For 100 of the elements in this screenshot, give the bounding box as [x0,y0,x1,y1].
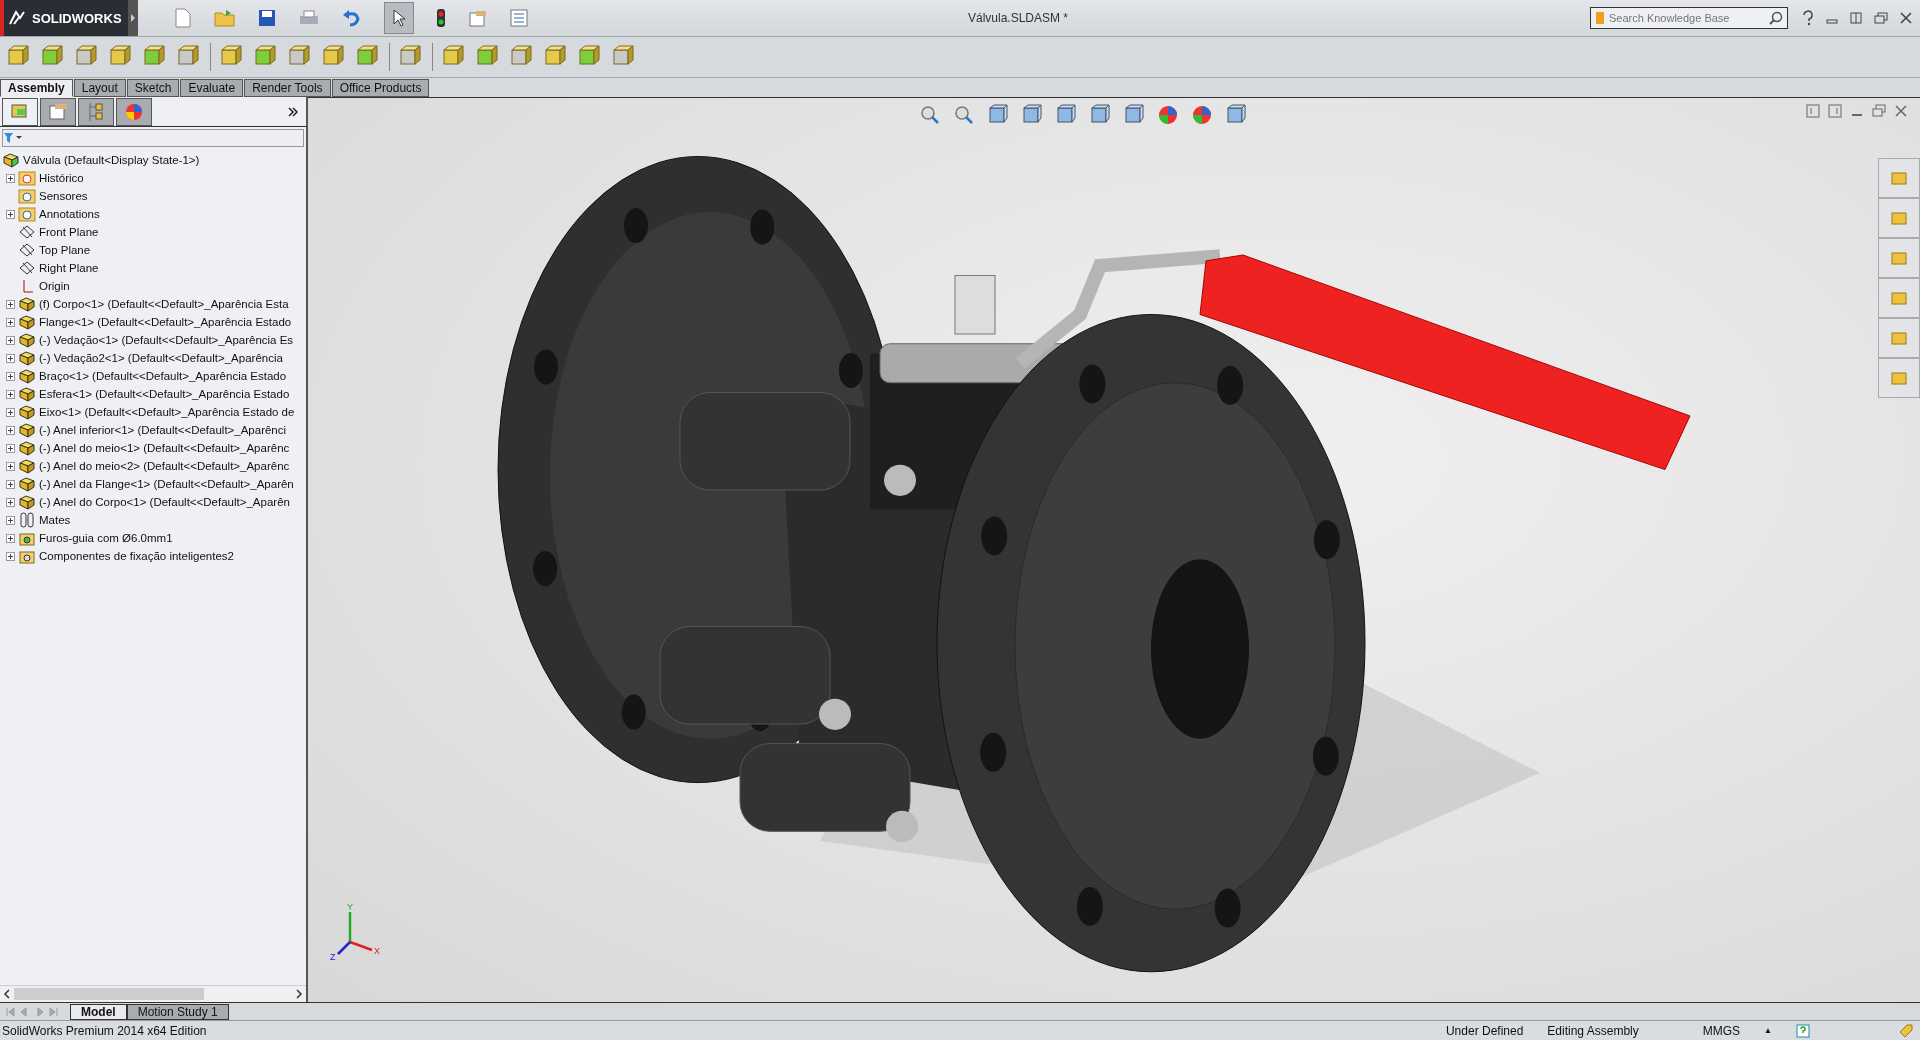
expand-toggle-icon[interactable] [6,353,15,363]
filter-field[interactable] [2,129,304,147]
expand-toggle-icon[interactable] [6,479,15,489]
tree-item[interactable]: (f) Corpo<1> (Default<<Default>_Aparência Esta [39,298,289,310]
feature-tree-tab-icon[interactable] [2,97,38,126]
units-caret[interactable]: ▲ [1764,1026,1772,1035]
tree-item[interactable]: Front Plane [39,226,99,238]
expand-panel-icon[interactable] [288,106,298,117]
model-tab[interactable]: Model [70,1003,127,1020]
tree-item[interactable]: Sensores [39,190,88,202]
tree-item[interactable]: (-) Anel inferior<1> (Default<<Default>_Aparênci [39,424,287,436]
component-icon [18,368,36,384]
graphics-area[interactable]: Y X Z [308,97,1920,1002]
expand-toggle-icon[interactable] [6,335,15,345]
component-icon [18,440,36,456]
command-tab[interactable]: Office Products [331,79,430,97]
view-orientation-icon[interactable] [1054,104,1078,126]
close-icon[interactable] [1900,12,1912,24]
restore-icon[interactable] [1872,104,1886,118]
help-icon[interactable] [1802,10,1814,26]
tree-item[interactable]: Annotations [39,208,100,220]
expand-toggle-icon[interactable] [6,371,15,381]
tag-icon[interactable] [1898,1022,1914,1039]
tree-item[interactable]: (-) Anel do meio<2> (Default<<Default>_Aparênc [39,460,290,472]
component-icon [18,404,36,420]
tree-item[interactable]: Eixo<1> (Default<<Default>_Aparência Estado de [39,406,295,418]
expand-toggle-icon[interactable] [6,497,15,507]
new-document-icon[interactable] [174,8,192,28]
tree-item[interactable]: Origin [39,280,70,292]
plane-icon [18,242,36,258]
expand-toggle-icon[interactable] [6,407,15,417]
tree-item[interactable]: Esfera<1> (Default<<Default>_Aparência Estado [39,388,290,400]
command-tab[interactable]: Evaluate [180,79,244,97]
plane-icon [18,260,36,276]
expand-toggle-icon[interactable] [6,515,15,525]
tree-item[interactable]: Histórico [39,172,84,184]
tree-item[interactable]: (-) Vedação2<1> (Default<<Default>_Aparência [39,352,283,364]
model-tab[interactable]: Motion Study 1 [126,1003,229,1020]
tree-item[interactable]: Furos-guia com Ø6.0mm1 [39,532,173,544]
expand-toggle-icon[interactable] [6,209,15,219]
file-properties-icon[interactable] [468,9,488,27]
save-icon[interactable] [258,9,276,27]
select-button[interactable] [384,2,414,34]
tree-item[interactable]: (-) Vedação<1> (Default<<Default>_Aparência Es [39,334,294,346]
tile-icon[interactable] [1850,12,1862,24]
expand-toggle-icon[interactable] [6,551,15,561]
expand-arrow-icon[interactable] [130,13,136,23]
logo-icon [8,10,28,26]
tree-item[interactable]: (-) Anel do Corpo<1> (Default<<Default>_Aparên [39,496,290,508]
property-manager-tab-icon[interactable] [40,97,76,126]
expand-toggle-icon[interactable] [6,389,15,399]
axis-triad-drawing: Y X Z [328,902,388,962]
component-icon [18,458,36,474]
traffic-light-icon[interactable] [436,8,446,28]
tree-item[interactable]: Right Plane [39,262,99,274]
plane-icon [18,224,36,240]
checklist-icon[interactable] [510,9,528,27]
appearance-tab-icon[interactable] [116,97,152,126]
command-tab[interactable]: Assembly [0,79,73,97]
tile-horizontal-icon[interactable] [1806,104,1820,118]
expand-toggle-icon[interactable] [6,443,15,453]
component-icon [18,314,36,330]
restore-icon[interactable] [1874,12,1888,24]
tree-item[interactable]: Mates [39,514,71,526]
tree-item[interactable]: Flange<1> (Default<<Default>_Aparência Estado [39,316,292,328]
status-text: Under Defined [1445,1023,1524,1038]
expand-toggle-icon[interactable] [6,317,15,327]
command-tab[interactable]: Sketch [126,79,180,97]
component-icon [18,296,36,312]
search-icon [1769,11,1783,25]
tree-item[interactable]: Braço<1> (Default<<Default>_Aparência Estado [39,370,287,382]
tree-item[interactable]: Válvula (Default<Display State-1>) [23,154,200,166]
close-icon[interactable] [1894,104,1908,118]
tree-item[interactable]: Componentes de fixação inteligentes2 [39,550,234,562]
open-folder-icon[interactable] [214,9,236,27]
component-icon [18,386,36,402]
units-button[interactable]: MMGS [1702,1023,1741,1038]
expand-toggle-icon[interactable] [6,425,15,435]
print-icon[interactable] [298,9,320,27]
tree-item[interactable]: (-) Anel do meio<1> (Default<<Default>_Aparênc [39,442,290,454]
horizontal-scrollbar[interactable] [0,985,306,1002]
scroll-right-icon[interactable] [295,989,303,999]
component-icon [18,476,36,492]
scroll-left-icon[interactable] [3,989,11,999]
search-field[interactable]: Search Knowledge Base [1590,7,1788,29]
configuration-tab-icon[interactable] [78,97,114,126]
expand-toggle-icon[interactable] [6,461,15,471]
expand-toggle-icon[interactable] [6,533,15,543]
folder-icon [18,188,36,204]
tree-item[interactable]: (-) Anel da Flange<1> (Default<<Default>_Aparên [39,478,294,490]
tree-item[interactable]: Top Plane [39,244,91,256]
expand-toggle-icon[interactable] [6,299,15,309]
book-icon [1595,11,1605,25]
undo-icon[interactable] [342,9,362,27]
folder-icon [18,170,36,186]
command-tab[interactable]: Render Tools [244,79,331,97]
command-tab[interactable]: Layout [73,79,126,97]
tile-vertical-icon[interactable] [1828,104,1842,118]
hole-feature-icon [18,530,36,546]
expand-toggle-icon[interactable] [6,173,15,183]
